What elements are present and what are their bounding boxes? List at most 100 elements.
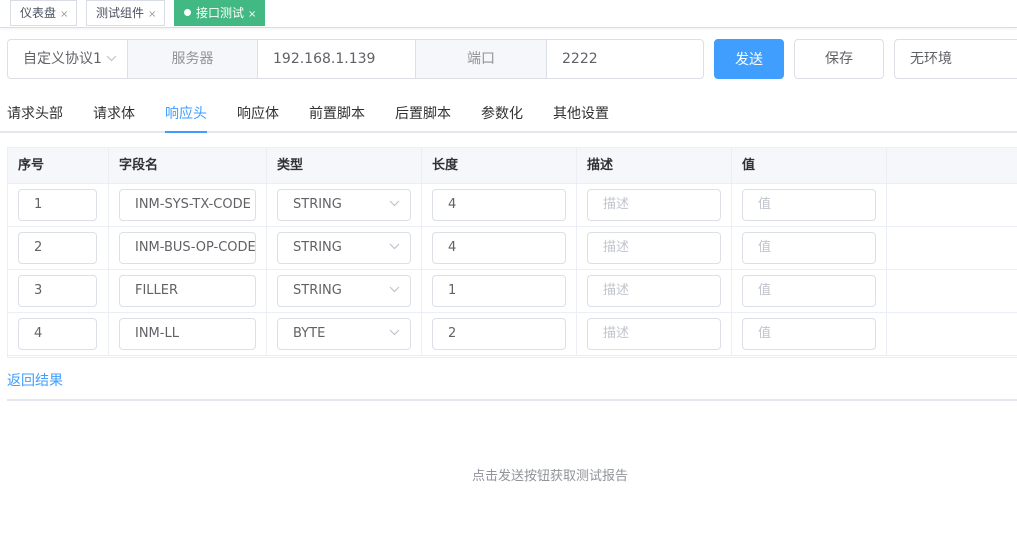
field-name-input[interactable]: INM-SYS-TX-CODE [119,189,256,221]
environment-select[interactable]: 无环境 [894,39,1017,79]
table-row: 4 INM-LL BYTE 2 描述 值 [8,313,1017,356]
close-icon[interactable]: × [248,9,256,20]
tab-return-result[interactable]: 返回结果 [7,372,63,401]
type-select[interactable]: STRING [277,232,411,264]
table-cell: 3 [8,270,109,313]
table-cell: 值 [732,184,887,227]
table-cell: 4 [8,313,109,356]
value-input[interactable]: 值 [742,318,876,350]
divider [7,399,1017,401]
table-cell: 1 [8,184,109,227]
table-cell: FILLER [109,270,267,313]
cell-value: 4 [448,240,457,255]
length-input[interactable]: 4 [432,232,566,264]
table-cell: 值 [732,313,887,356]
chevron-down-icon [389,233,400,263]
table-cell: 1 [422,270,577,313]
placeholder-text: 描述 [603,283,630,298]
table-row: 3 FILLER STRING 1 描述 值 [8,270,1017,313]
value-input[interactable]: 值 [742,275,876,307]
table-cell: 值 [732,227,887,270]
cell-value: STRING [293,283,342,298]
table-header: 序号 字段名 类型 长度 描述 值 [8,148,1017,184]
cell-value: STRING [293,197,342,212]
chevron-down-icon [389,276,400,306]
tab-test-components[interactable]: 测试组件 × [86,0,166,26]
tab-request-body[interactable]: 请求体 [93,98,135,131]
tab-post-script[interactable]: 后置脚本 [395,98,451,131]
placeholder-text: 描述 [603,240,630,255]
active-dot-icon [184,9,191,16]
column-header-field: 字段名 [109,148,267,184]
cell-value: 3 [34,283,43,298]
tab-response-body[interactable]: 响应体 [237,98,279,131]
cell-value: 1 [448,283,457,298]
table-cell: 描述 [577,270,732,313]
tab-dashboard[interactable]: 仪表盘 × [10,0,78,26]
value-input[interactable]: 值 [742,232,876,264]
seq-input[interactable]: 3 [18,275,97,307]
tab-request-headers[interactable]: 请求头部 [7,98,63,131]
tab-response-headers[interactable]: 响应头 [165,98,207,133]
save-button[interactable]: 保存 [794,39,884,79]
cell-value: INM-LL [135,326,179,341]
request-config-tabs: 请求头部 请求体 响应头 响应体 前置脚本 后置脚本 参数化 其他设置 [0,98,1017,133]
length-input[interactable]: 4 [432,189,566,221]
length-input[interactable]: 1 [432,275,566,307]
table-cell: 描述 [577,227,732,270]
table-cell: STRING [267,270,422,313]
seq-input[interactable]: 1 [18,189,97,221]
fields-table: 序号 字段名 类型 长度 描述 值 1 INM-SYS-TX-CODE STRING… [7,147,1017,358]
protocol-select[interactable]: 自定义协议1 [7,39,128,79]
cell-value: INM-SYS-TX-CODE [135,197,251,212]
tab-other-settings[interactable]: 其他设置 [553,98,609,131]
chevron-down-icon [389,319,400,349]
field-name-input[interactable]: INM-LL [119,318,256,350]
tab-interface-test[interactable]: 接口测试 × [174,0,266,26]
field-name-input[interactable]: INM-BUS-OP-CODE [119,232,256,264]
placeholder-text: 值 [758,326,772,341]
table-cell: INM-LL [109,313,267,356]
value-input[interactable]: 值 [742,189,876,221]
length-input[interactable]: 2 [432,318,566,350]
type-select[interactable]: STRING [277,275,411,307]
protocol-value: 自定义协议1 [23,51,102,67]
seq-input[interactable]: 4 [18,318,97,350]
server-input[interactable]: 192.168.1.139 [257,39,416,79]
column-header-value: 值 [732,148,887,184]
table-row: 2 INM-BUS-OP-CODE STRING 4 描述 值 [8,227,1017,270]
tab-parameterization[interactable]: 参数化 [481,98,523,131]
table-cell: 2 [422,313,577,356]
port-label: 端口 [415,39,547,79]
column-header-type: 类型 [267,148,422,184]
type-select[interactable]: STRING [277,189,411,221]
empty-result-message: 点击发送按钮获取测试报告 [471,469,628,484]
send-button[interactable]: 发送 [714,39,784,79]
type-select[interactable]: BYTE [277,318,411,350]
table-cell: INM-BUS-OP-CODE [109,227,267,270]
close-icon[interactable]: × [60,9,68,20]
port-input[interactable]: 2222 [546,39,704,79]
placeholder-text: 描述 [603,197,630,212]
description-input[interactable]: 描述 [587,189,721,221]
cell-value: BYTE [293,326,326,341]
tab-label: 仪表盘 [20,6,57,20]
field-name-input[interactable]: FILLER [119,275,256,307]
table-cell: 描述 [577,184,732,227]
description-input[interactable]: 描述 [587,275,721,307]
seq-input[interactable]: 2 [18,232,97,264]
table-cell: 2 [8,227,109,270]
tab-label: 测试组件 [96,6,145,20]
table-cell: 4 [422,184,577,227]
table-row: 1 INM-SYS-TX-CODE STRING 4 描述 值 [8,184,1017,227]
description-input[interactable]: 描述 [587,318,721,350]
server-label: 服务器 [127,39,258,79]
cell-value: 4 [34,326,43,341]
description-input[interactable]: 描述 [587,232,721,264]
cell-value: 4 [448,197,457,212]
cell-value: 1 [34,197,43,212]
tab-pre-script[interactable]: 前置脚本 [309,98,365,131]
tab-label: 接口测试 [196,6,245,20]
close-icon[interactable]: × [148,9,156,20]
table-cell: STRING [267,184,422,227]
